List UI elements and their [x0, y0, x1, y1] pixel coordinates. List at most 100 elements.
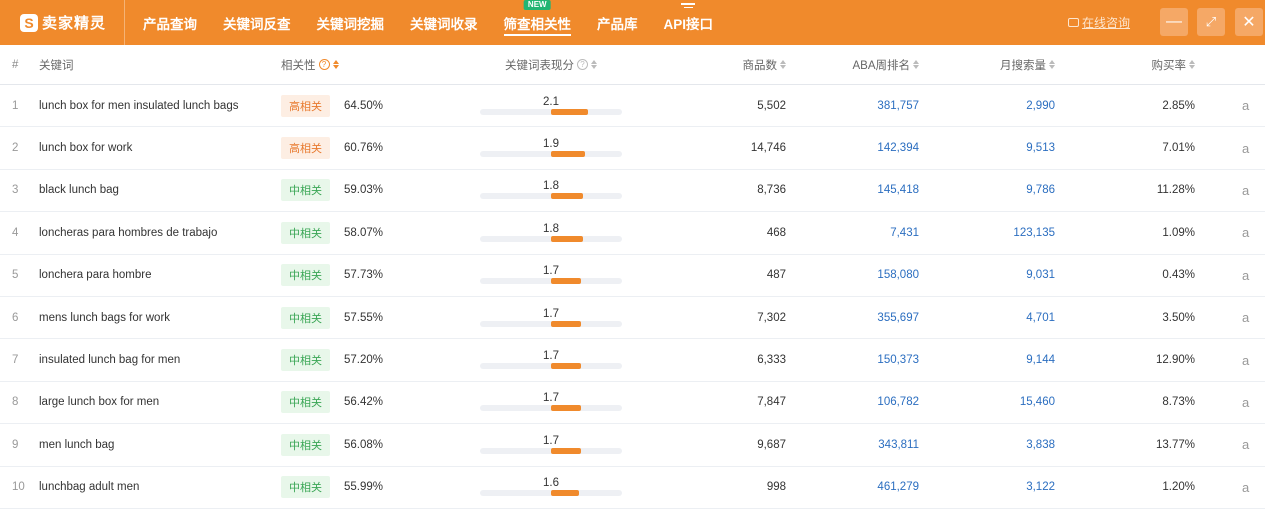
sort-icon[interactable]: [780, 60, 786, 69]
sort-icon[interactable]: [591, 60, 597, 69]
col-relevance-header[interactable]: 相关性 ?: [281, 45, 339, 84]
table-row[interactable]: 6 mens lunch bags for work 中相关 57.55% 1.7 7,3…: [0, 297, 1265, 340]
monthly-search-link[interactable]: 9,786: [1026, 170, 1055, 211]
performance-score: 1.8: [543, 222, 559, 235]
col-monthly-header[interactable]: 月搜索量: [1000, 45, 1055, 84]
keyword-text[interactable]: lunch box for work: [39, 127, 132, 168]
amazon-icon[interactable]: a: [1242, 339, 1249, 380]
sort-icon[interactable]: [1189, 60, 1195, 69]
aba-rank-link[interactable]: 150,373: [877, 339, 919, 380]
nav-item-4[interactable]: 关键词收录: [397, 0, 491, 45]
keyword-text[interactable]: men lunch bag: [39, 424, 114, 465]
keyword-text[interactable]: large lunch box for men: [39, 382, 159, 423]
aba-rank-link[interactable]: 461,279: [877, 467, 919, 508]
monthly-search-link[interactable]: 4,701: [1026, 297, 1055, 338]
performance-score: 1.8: [543, 180, 559, 193]
close-button[interactable]: ✕: [1235, 8, 1263, 36]
keyword-text[interactable]: lunch box for men insulated lunch bags: [39, 85, 238, 126]
products-count: 487: [766, 269, 786, 282]
aba-rank-link[interactable]: 355,697: [877, 297, 919, 338]
help-icon[interactable]: ?: [318, 59, 330, 70]
table-row[interactable]: 3 black lunch bag 中相关 59.03% 1.8 8,736 145,418…: [0, 170, 1265, 213]
table-row[interactable]: 8 large lunch box for men 中相关 56.42% 1.7 7,84…: [0, 382, 1265, 425]
monthly-search-link[interactable]: 2,990: [1026, 85, 1055, 126]
relevance-tag-cell: 中相关: [281, 467, 330, 508]
performance-bar: 1.6: [480, 472, 622, 502]
top-navbar: S 卖家精灵 产品查询 关键词反查 关键词挖掘 关键词收录 NEW 筛查相关性 产品库 API…: [0, 0, 1265, 45]
relevance-tag-cell: 高相关: [281, 127, 330, 168]
relevance-tag: 中相关: [281, 391, 330, 414]
help-icon[interactable]: ?: [577, 59, 588, 70]
amazon-icon[interactable]: a: [1242, 382, 1249, 423]
aba-rank-link[interactable]: 158,080: [877, 255, 919, 296]
table-row[interactable]: 10 lunchbag adult men 中相关 55.99% 1.6 998 461,2…: [0, 467, 1265, 509]
relevance-tag: 中相关: [281, 349, 330, 372]
aba-rank-link[interactable]: 343,811: [878, 424, 919, 465]
app-logo[interactable]: S 卖家精灵: [0, 0, 125, 45]
col-performance-header[interactable]: 关键词表现分 ?: [480, 45, 622, 84]
keyword-text[interactable]: lonchera para hombre: [39, 255, 152, 296]
aba-rank-link[interactable]: 145,418: [877, 170, 919, 211]
monthly-search-link[interactable]: 9,513: [1026, 127, 1055, 168]
sort-icon[interactable]: [1049, 60, 1055, 69]
amazon-icon[interactable]: a: [1242, 297, 1249, 338]
nav-item-7[interactable]: API接口: [651, 0, 727, 45]
table-row[interactable]: 5 lonchera para hombre 中相关 57.73% 1.7 487 158,…: [0, 255, 1265, 297]
keyword-text[interactable]: insulated lunch bag for men: [39, 339, 180, 380]
online-consult-label: 在线咨询: [1082, 16, 1131, 30]
aba-rank-link[interactable]: 106,782: [877, 382, 919, 423]
performance-score: 1.7: [543, 434, 559, 447]
aba-rank-link[interactable]: 7,431: [890, 212, 919, 253]
monthly-search-link[interactable]: 15,460: [1020, 382, 1055, 423]
online-consult-link[interactable]: 在线咨询: [1068, 14, 1130, 31]
row-index: 4: [12, 226, 19, 239]
nav-item-1[interactable]: 产品查询: [130, 0, 210, 45]
performance-fill: [551, 151, 585, 158]
col-keyword-header: 关键词: [39, 59, 74, 72]
keyword-text[interactable]: black lunch bag: [39, 170, 119, 211]
table-row[interactable]: 1 lunch box for men insulated lunch bags 高…: [0, 85, 1265, 128]
nav-item-2[interactable]: 关键词反查: [210, 0, 304, 45]
keyword-table: # 关键词 相关性 ? 关键词表现分 ? 商品数 ABA周排名 月搜索量 购买率: [0, 45, 1265, 509]
nav-item-5[interactable]: NEW 筛查相关性: [491, 0, 585, 45]
amazon-icon[interactable]: a: [1242, 85, 1249, 126]
purchase-rate: 1.09%: [1162, 226, 1195, 239]
keyword-text[interactable]: mens lunch bags for work: [39, 297, 170, 338]
aba-rank-link[interactable]: 142,394: [877, 127, 919, 168]
col-aba-header[interactable]: ABA周排名: [852, 45, 919, 84]
col-products-header[interactable]: 商品数: [743, 45, 786, 84]
row-index: 2: [12, 142, 19, 155]
nav-item-3[interactable]: 关键词挖掘: [304, 0, 398, 45]
nav-item-6[interactable]: 产品库: [584, 0, 651, 45]
col-purchase-header[interactable]: 购买率: [1152, 45, 1195, 84]
expand-button[interactable]: ⤢: [1197, 8, 1225, 36]
sort-icon[interactable]: [332, 60, 339, 69]
monthly-search-link[interactable]: 9,031: [1026, 255, 1055, 296]
keyword-text[interactable]: loncheras para hombres de trabajo: [39, 212, 217, 253]
amazon-icon[interactable]: a: [1242, 127, 1249, 168]
table-row[interactable]: 9 men lunch bag 中相关 56.08% 1.7 9,687 343,811 3,…: [0, 424, 1265, 467]
performance-fill: [551, 405, 581, 412]
minimize-button[interactable]: —: [1160, 8, 1188, 36]
monthly-search-link[interactable]: 3,122: [1026, 467, 1055, 508]
performance-cell: 1.7: [480, 382, 622, 423]
table-row[interactable]: 4 loncheras para hombres de trabajo 中相关 58.…: [0, 212, 1265, 255]
keyword-text[interactable]: lunchbag adult men: [39, 467, 139, 508]
table-header: # 关键词 相关性 ? 关键词表现分 ? 商品数 ABA周排名 月搜索量 购买率: [0, 45, 1265, 85]
relevance-percent: 57.55%: [344, 311, 384, 324]
performance-track: [480, 151, 622, 158]
relevance-tag: 高相关: [281, 137, 330, 160]
monthly-search-link[interactable]: 9,144: [1026, 339, 1055, 380]
table-row[interactable]: 2 lunch box for work 高相关 60.76% 1.9 14,746 142…: [0, 127, 1265, 170]
amazon-icon[interactable]: a: [1242, 170, 1249, 211]
aba-rank-link[interactable]: 381,757: [877, 85, 919, 126]
monthly-search-link[interactable]: 123,135: [1013, 212, 1055, 253]
amazon-icon[interactable]: a: [1242, 424, 1249, 465]
products-count: 468: [766, 226, 786, 239]
amazon-icon[interactable]: a: [1242, 467, 1249, 508]
sort-icon[interactable]: [913, 60, 919, 69]
amazon-icon[interactable]: a: [1242, 212, 1249, 253]
monthly-search-link[interactable]: 3,838: [1026, 424, 1055, 465]
amazon-icon[interactable]: a: [1242, 255, 1249, 296]
table-row[interactable]: 7 insulated lunch bag for men 中相关 57.20% 1.7…: [0, 339, 1265, 382]
